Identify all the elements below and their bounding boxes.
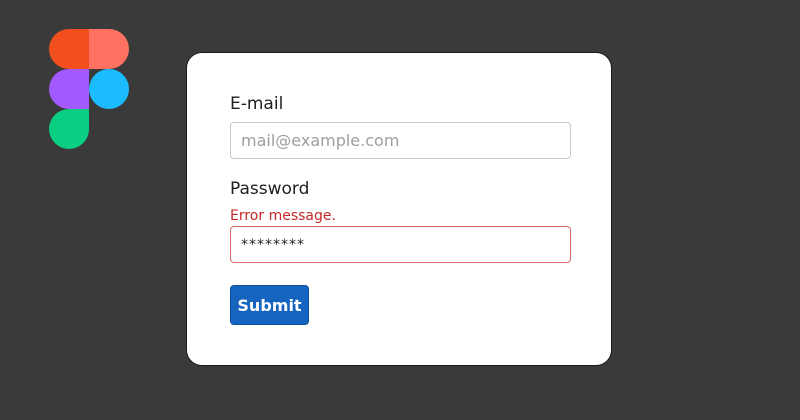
figma-logo-middle-left (49, 69, 89, 109)
figma-logo-icon (49, 29, 129, 149)
login-card: E-mail Password Error message. Submit (186, 52, 612, 366)
submit-button[interactable]: Submit (230, 285, 309, 325)
email-label: E-mail (230, 94, 284, 114)
figma-logo-middle-right (89, 69, 129, 109)
figma-logo-top-right (89, 29, 129, 69)
password-field[interactable] (230, 226, 571, 263)
password-error-message: Error message. (230, 208, 336, 224)
figma-logo-bottom-left (49, 109, 89, 149)
figma-logo-top-left (49, 29, 89, 69)
password-label: Password (230, 179, 310, 199)
email-field[interactable] (230, 122, 571, 159)
